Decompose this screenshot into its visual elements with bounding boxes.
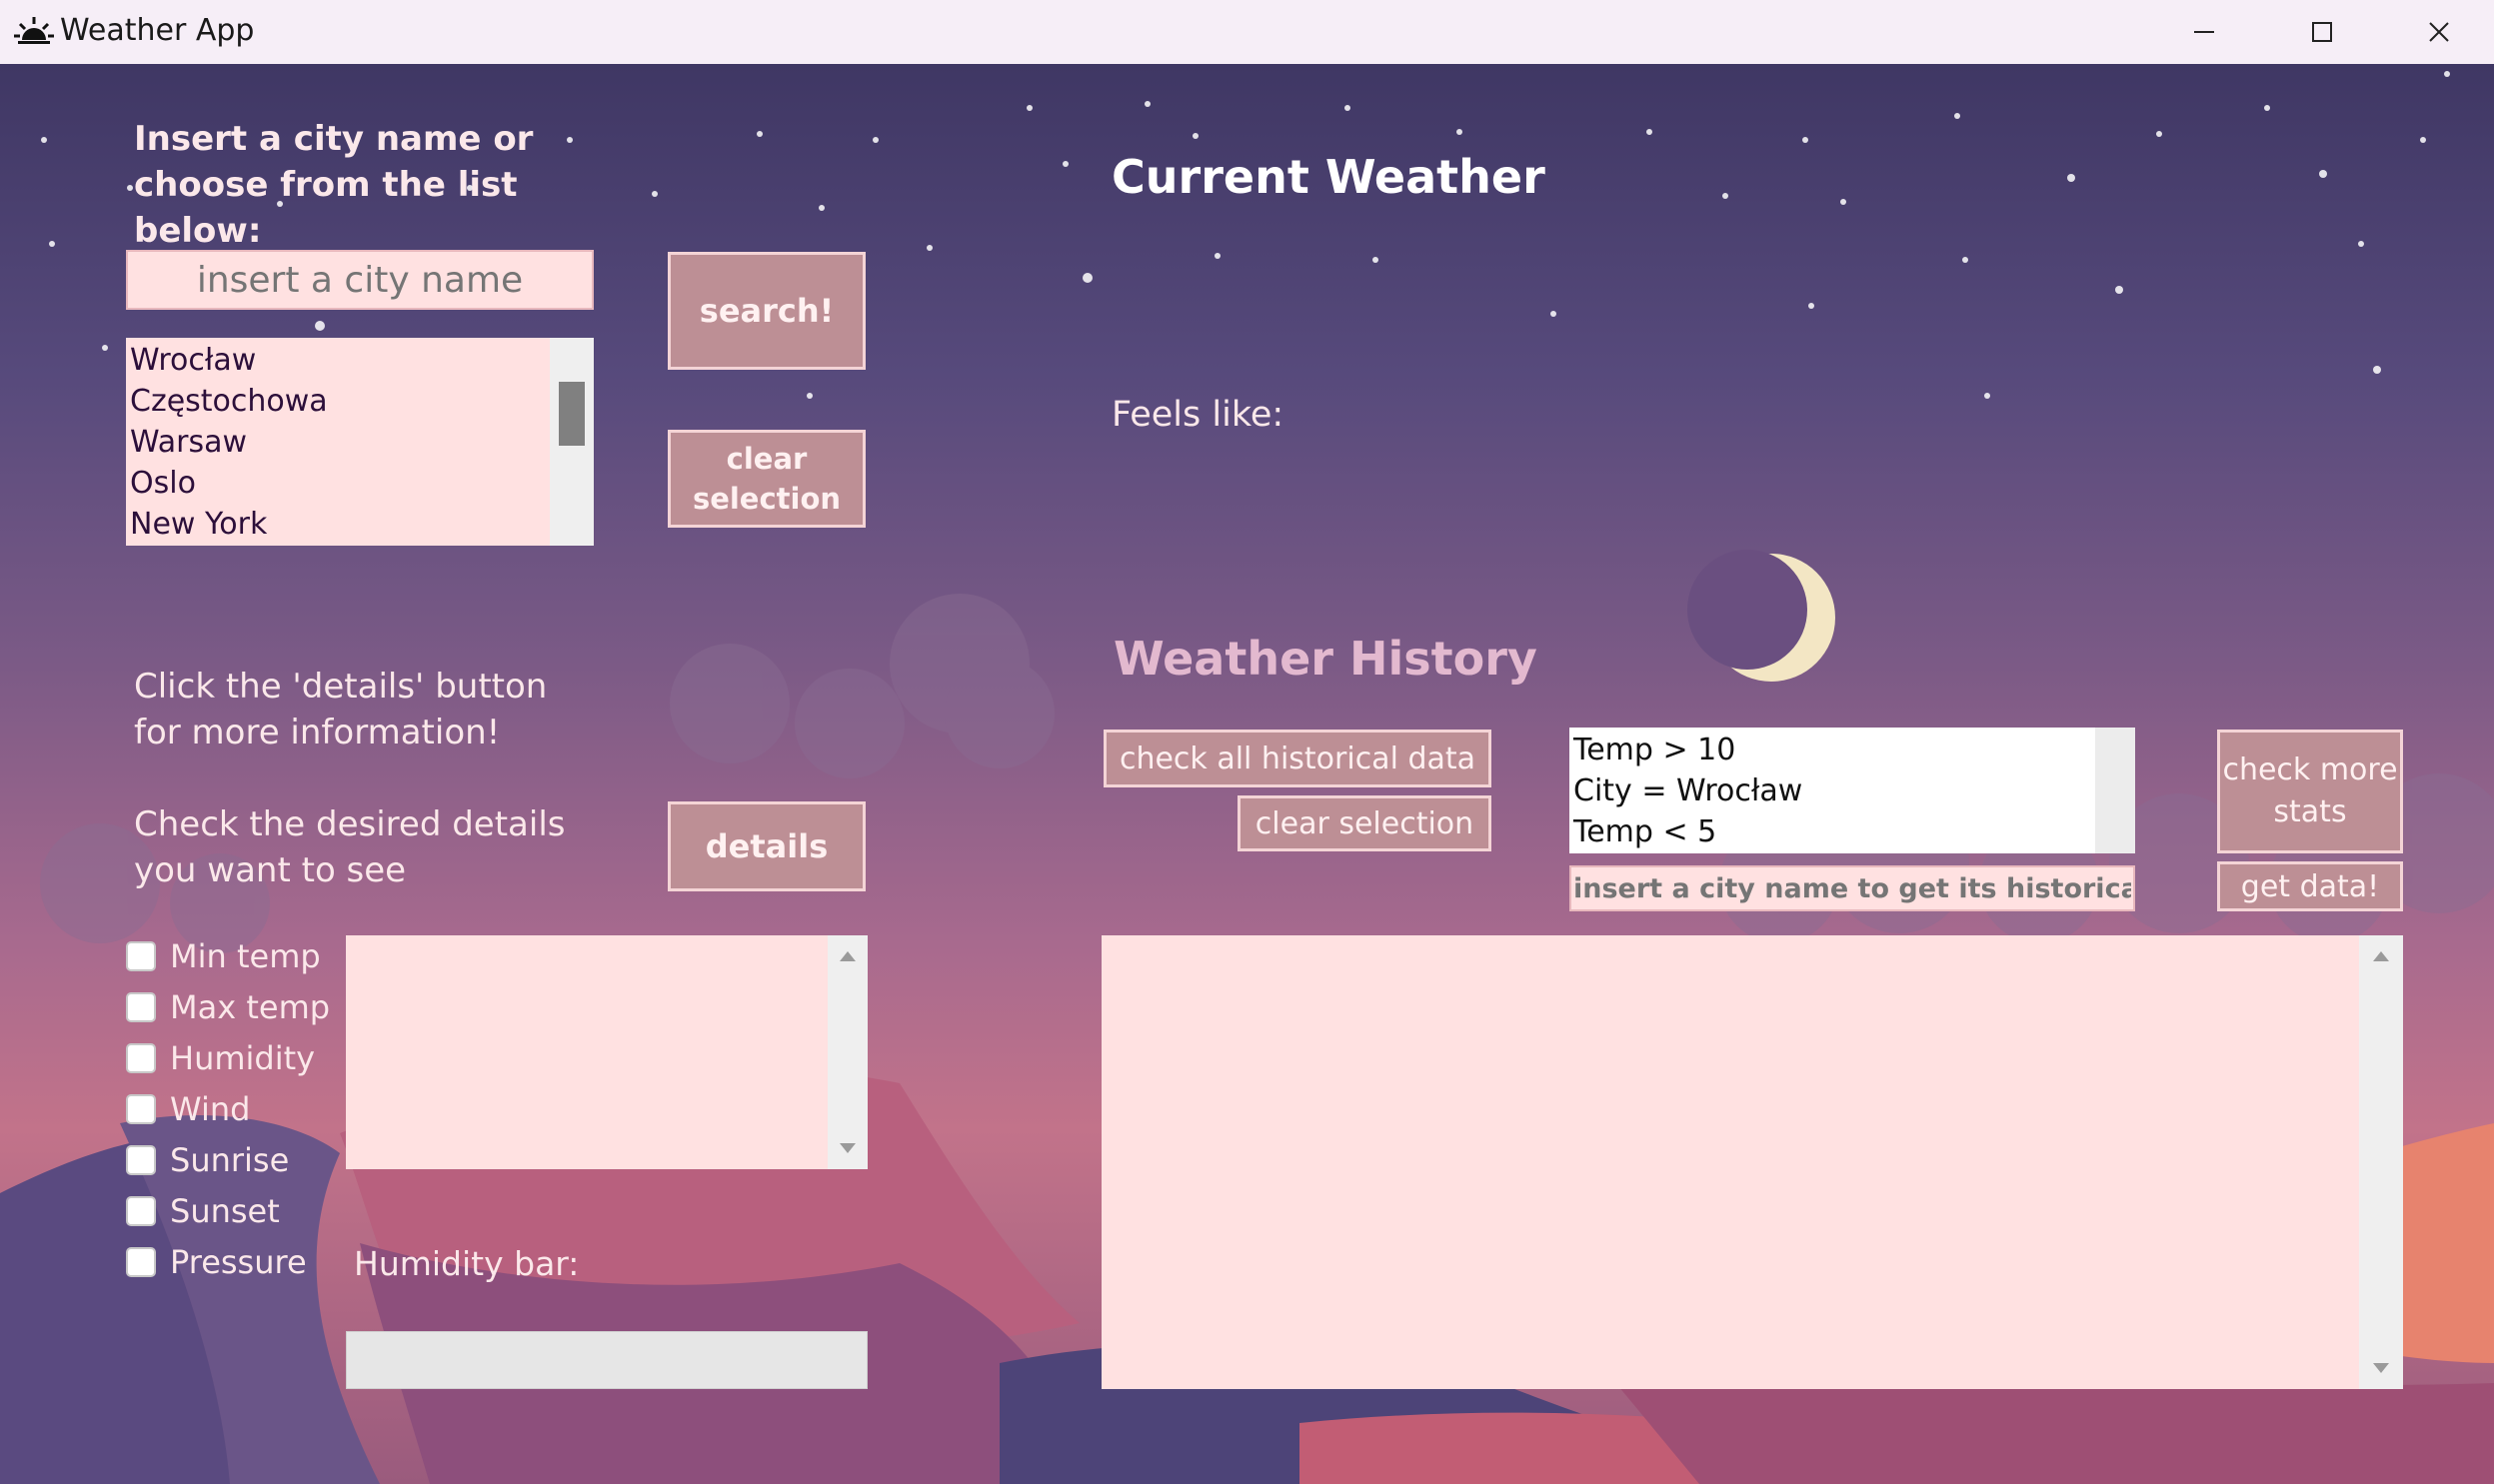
weather-history-title: Weather History: [1114, 632, 1537, 686]
details-button[interactable]: details: [668, 801, 866, 891]
close-icon: [2429, 22, 2449, 42]
details-hint: Click the 'details' button for more info…: [134, 667, 548, 752]
list-item[interactable]: Wrocław: [126, 340, 594, 381]
list-item[interactable]: Częstochowa: [126, 381, 594, 422]
window-title: Weather App: [60, 13, 255, 48]
close-button[interactable]: [2384, 0, 2494, 64]
checkbox[interactable]: [126, 1145, 156, 1175]
list-item[interactable]: Temp > 10: [1569, 730, 2135, 770]
checkbox[interactable]: [126, 1196, 156, 1226]
search-instruction: Insert a city name or choose from the li…: [134, 119, 534, 251]
checkbox-label: Max temp: [170, 988, 331, 1026]
scrollbar-thumb[interactable]: [559, 382, 585, 446]
scroll-down-icon: [2373, 1363, 2389, 1373]
checkbox-label: Sunset: [170, 1192, 280, 1230]
checkbox[interactable]: [126, 992, 156, 1022]
filter-list[interactable]: Temp > 10 City = Wrocław Temp < 5: [1569, 728, 2135, 853]
city-list[interactable]: Wrocław Częstochowa Warsaw Oslo New York: [126, 338, 594, 546]
checkbox-label: Pressure: [170, 1243, 307, 1281]
scroll-down-icon: [840, 1143, 856, 1153]
check-more-stats-button[interactable]: check more stats: [2217, 730, 2403, 853]
pressure-checkbox[interactable]: Pressure: [126, 1239, 307, 1285]
checkbox-label: Min temp: [170, 937, 321, 975]
history-scrollbar[interactable]: [2359, 935, 2403, 1389]
sun-icon: [14, 17, 54, 44]
moon-icon: [1687, 550, 1835, 682]
app-window: Weather App Insert a city name or choose…: [0, 0, 2494, 1484]
humidity-bar: [346, 1331, 868, 1389]
scroll-up-icon: [840, 951, 856, 961]
min-temp-checkbox[interactable]: Min temp: [126, 933, 321, 979]
maximize-button[interactable]: [2267, 0, 2377, 64]
filter-list-scrollbar[interactable]: [2095, 728, 2135, 853]
checkbox-label: Wind: [170, 1090, 251, 1128]
city-list-scrollbar[interactable]: [550, 338, 594, 546]
checkbox-label: Sunrise: [170, 1141, 290, 1179]
list-item[interactable]: City = Wrocław: [1569, 770, 2135, 811]
clear-selection-button[interactable]: clear selection: [668, 430, 866, 528]
checkbox[interactable]: [126, 941, 156, 971]
main-content: Insert a city name or choose from the li…: [0, 64, 2494, 1484]
list-item[interactable]: New York: [126, 504, 594, 545]
history-output-textbox[interactable]: [1102, 935, 2403, 1389]
minimize-button[interactable]: [2149, 0, 2259, 64]
minimize-icon: [2194, 31, 2214, 33]
checkbox[interactable]: [126, 1247, 156, 1277]
get-data-button[interactable]: get data!: [2217, 861, 2403, 911]
sunset-checkbox[interactable]: Sunset: [126, 1188, 280, 1234]
search-button[interactable]: search!: [668, 252, 866, 370]
humidity-bar-label: Humidity bar:: [354, 1244, 580, 1283]
clear-history-selection-button[interactable]: clear selection: [1238, 795, 1491, 851]
max-temp-checkbox[interactable]: Max temp: [126, 984, 330, 1030]
maximize-icon: [2312, 22, 2332, 42]
list-item[interactable]: Oslo: [126, 463, 594, 504]
sunrise-checkbox[interactable]: Sunrise: [126, 1137, 289, 1183]
feels-like-label: Feels like:: [1112, 395, 1284, 435]
list-item[interactable]: Temp < 5: [1569, 811, 2135, 852]
wind-checkbox[interactable]: Wind: [126, 1086, 250, 1132]
details-check-hint: Check the desired details you want to se…: [134, 804, 566, 890]
scroll-up-icon: [2373, 951, 2389, 961]
list-item[interactable]: Warsaw: [126, 422, 594, 463]
checkbox[interactable]: [126, 1094, 156, 1124]
city-search-input[interactable]: [126, 250, 594, 310]
scroll-arrows: [840, 951, 856, 1153]
checkbox-label: Humidity: [170, 1039, 316, 1077]
current-weather-title: Current Weather: [1112, 150, 1545, 204]
details-scrollbar[interactable]: [828, 935, 868, 1169]
check-all-historical-button[interactable]: check all historical data: [1104, 730, 1491, 787]
checkbox[interactable]: [126, 1043, 156, 1073]
humidity-checkbox[interactable]: Humidity: [126, 1035, 315, 1081]
scroll-arrows: [2373, 951, 2389, 1373]
history-city-input[interactable]: [1569, 865, 2135, 911]
details-textbox[interactable]: [346, 935, 868, 1169]
title-bar: Weather App: [0, 0, 2494, 64]
